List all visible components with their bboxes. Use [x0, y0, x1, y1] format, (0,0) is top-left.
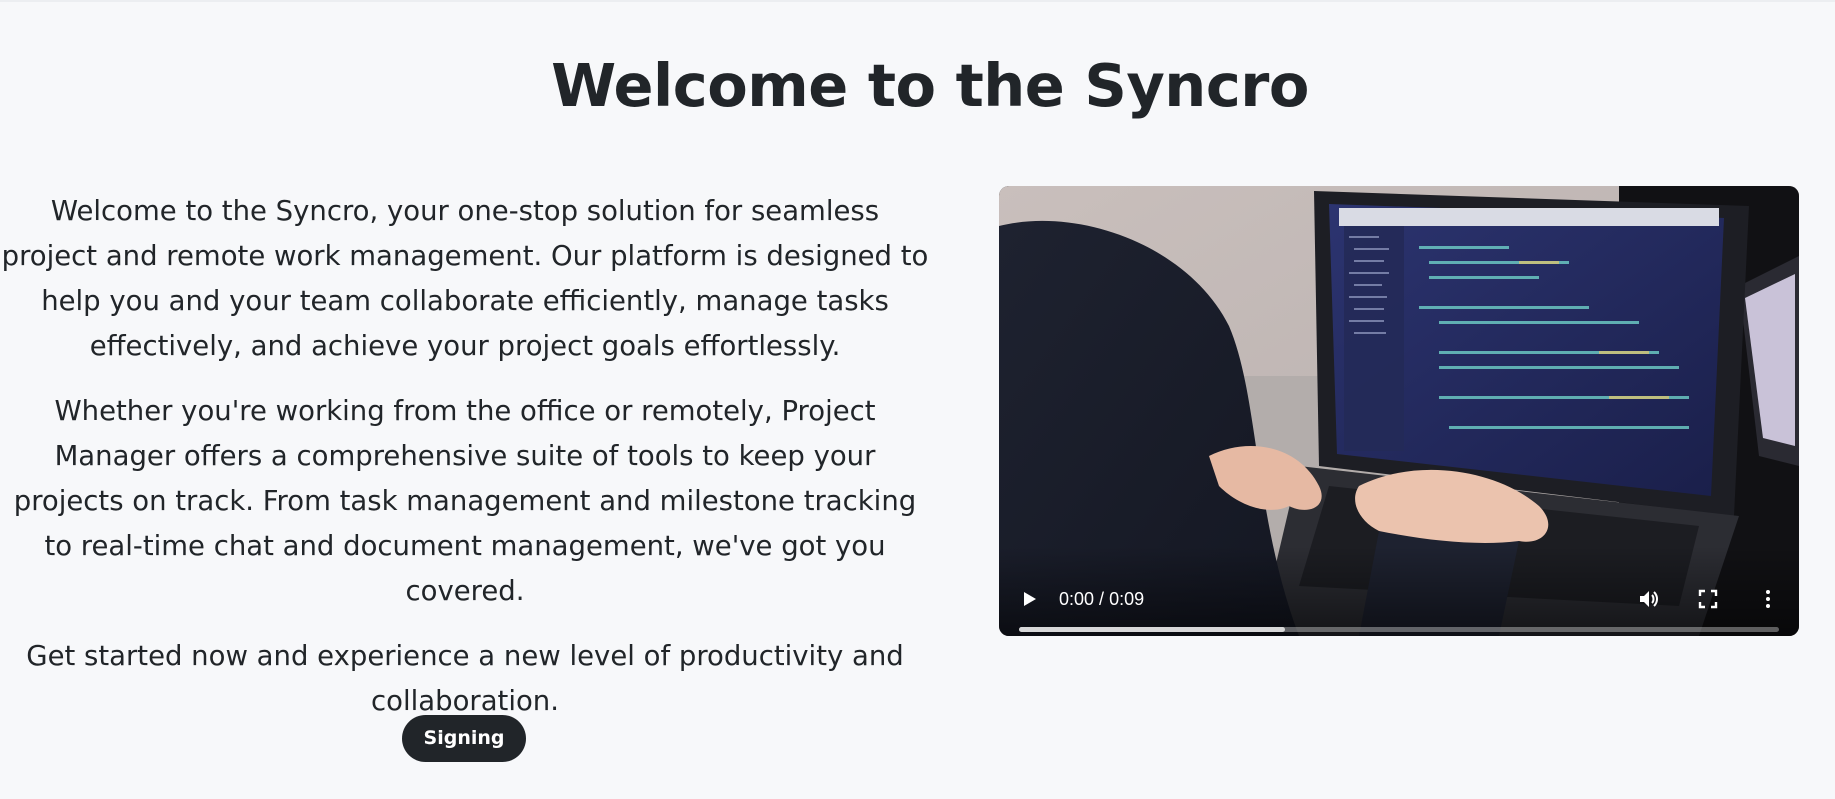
play-icon [1024, 592, 1036, 606]
more-vertical-icon [1766, 590, 1770, 608]
signing-button[interactable]: Signing [402, 715, 526, 762]
play-button[interactable] [1013, 583, 1045, 615]
buffered-fill [1019, 627, 1285, 632]
current-time: 0:00 [1059, 589, 1095, 609]
progress-bar[interactable] [1019, 627, 1779, 632]
intro-paragraph: Get started now and experience a new lev… [26, 640, 904, 717]
page-title: Welcome to the Syncro [551, 51, 1309, 120]
duration: 0:09 [1109, 589, 1145, 609]
fullscreen-button[interactable] [1692, 583, 1724, 615]
fullscreen-icon [1698, 589, 1718, 609]
top-divider [0, 0, 1835, 2]
more-options-button[interactable] [1752, 583, 1784, 615]
video-player[interactable]: 0:00/0:09 [999, 186, 1799, 636]
video-controls: 0:00/0:09 [999, 546, 1799, 636]
time-separator: / [1099, 589, 1105, 609]
intro-paragraph: Whether you're working from the office o… [13, 395, 917, 607]
intro-text: Welcome to the Syncro, your one-stop sol… [0, 189, 930, 744]
volume-button[interactable] [1632, 583, 1664, 615]
time-display: 0:00/0:09 [1059, 586, 1144, 612]
volume-icon [1640, 591, 1658, 607]
intro-paragraph: Welcome to the Syncro, your one-stop sol… [1, 195, 929, 362]
